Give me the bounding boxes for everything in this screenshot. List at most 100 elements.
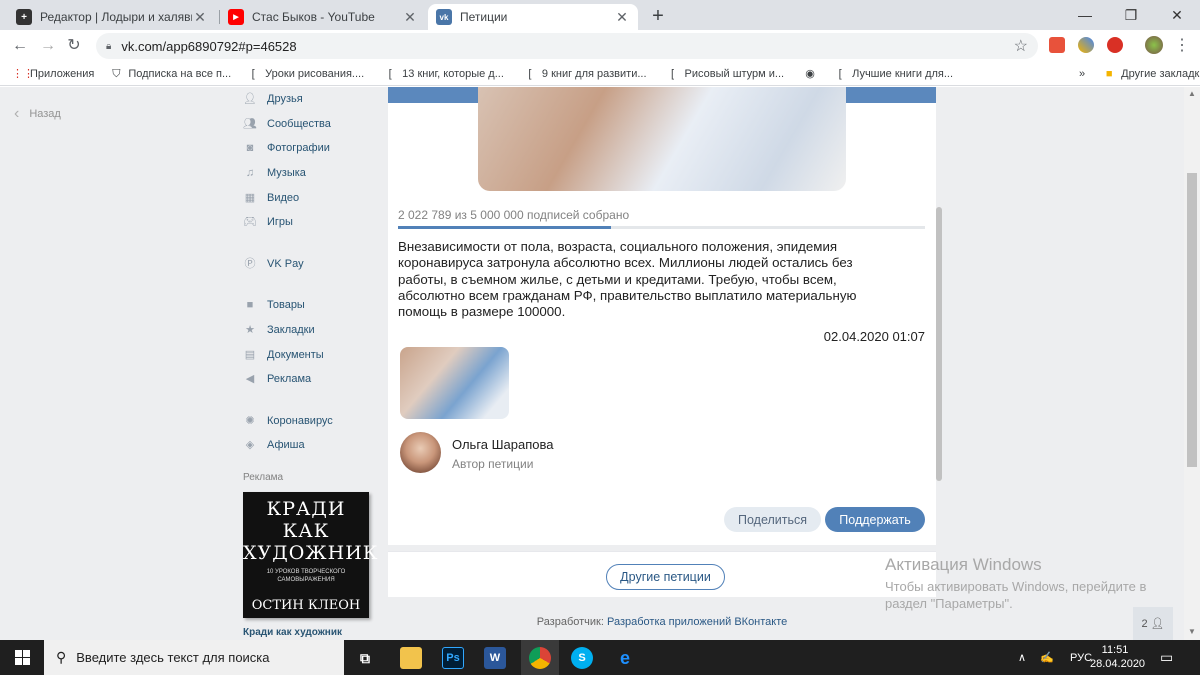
sidebar-item-label: VK Pay: [267, 257, 304, 270]
sidebar-item-market[interactable]: ■ Товары: [243, 293, 373, 318]
adblock-extension-icon[interactable]: [1107, 37, 1123, 53]
maximize-icon[interactable]: ❐: [1108, 0, 1154, 30]
bookmark-other[interactable]: ■ Другие закладки: [1103, 68, 1200, 80]
activation-title: Активация Windows: [885, 555, 1042, 574]
bookmarks-overflow[interactable]: »: [1079, 68, 1085, 80]
tab-youtube[interactable]: ▶ Стас Быков - YouTube ✕: [220, 4, 426, 30]
sidebar-item-photos[interactable]: ◙ Фотографии: [243, 136, 373, 161]
forward-arrow-icon[interactable]: →: [38, 36, 58, 56]
bookmark-item[interactable]: [ 13 книг, которые д...: [384, 68, 504, 80]
signatures-progress-bar: [398, 226, 925, 229]
other-petitions-button[interactable]: Другие петиции: [606, 564, 725, 590]
word-icon[interactable]: W: [484, 647, 506, 669]
address-bar[interactable]: 🔒︎ vk.com/app6890792#p=46528 ☆: [96, 33, 1038, 59]
author-avatar[interactable]: [400, 432, 441, 473]
bookmark-item[interactable]: [ Рисовый штурм и...: [667, 68, 784, 80]
close-icon[interactable]: ✕: [402, 9, 418, 26]
pinwheel-extension-icon[interactable]: [1078, 37, 1094, 53]
sidebar-item-groups[interactable]: 👥︎ Сообщества: [243, 112, 373, 137]
minimize-icon[interactable]: —: [1062, 0, 1108, 30]
sidebar-item-coronavirus[interactable]: ✺ Коронавирус: [243, 409, 373, 434]
tab-petitions[interactable]: vk Петиции ✕: [428, 4, 638, 30]
window-close-icon[interactable]: ✕: [1154, 0, 1200, 30]
new-tab-icon[interactable]: +: [648, 5, 668, 28]
sidebar-item-label: Видео: [267, 191, 300, 204]
book-cover-author: ОСТИН КЛЕОН: [251, 598, 361, 613]
sidebar-item-label: Документы: [267, 348, 324, 361]
developer-link[interactable]: Разработка приложений ВКонтакте: [607, 616, 787, 628]
close-icon[interactable]: ✕: [192, 9, 208, 26]
edge-icon[interactable]: e: [614, 647, 636, 669]
activation-line2: раздел "Параметры".: [885, 596, 1013, 611]
photoshop-icon[interactable]: Ps: [442, 647, 464, 669]
search-icon: ⚲: [56, 649, 67, 665]
reload-icon[interactable]: ↻: [64, 36, 84, 56]
vk-page: ‹ Назад 👤︎ Друзья 👥︎ Сообщества ◙ Фотографи…: [0, 87, 1200, 640]
sidebar-item-docs[interactable]: ▤ Документы: [243, 342, 373, 367]
sidebar-item-ads[interactable]: ◀ Реклама: [243, 367, 373, 392]
support-button[interactable]: Поддержать: [825, 507, 925, 532]
chrome-icon[interactable]: [529, 647, 551, 669]
online-counter-badge[interactable]: 2 👤︎: [1133, 607, 1173, 640]
petition-thumbnail-image[interactable]: [400, 347, 509, 419]
page-scrollbar[interactable]: ▲ ▼: [1184, 87, 1200, 640]
language-label: РУС: [1070, 651, 1093, 664]
author-name[interactable]: Ольга Шарапова: [452, 437, 554, 452]
office-extension-icon[interactable]: [1049, 37, 1065, 53]
vk-favicon-icon: vk: [436, 9, 452, 25]
petition-date: 02.04.2020 01:07: [823, 329, 925, 344]
sidebar-item-vkpay[interactable]: Ⓟ VK Pay: [243, 252, 373, 277]
notifications-icon[interactable]: ▭: [1160, 640, 1173, 675]
scroll-up-icon[interactable]: ▲: [1188, 89, 1196, 98]
pen-icon[interactable]: ✍: [1040, 640, 1054, 675]
chevron-double-icon: »: [1079, 67, 1086, 80]
taskbar-search[interactable]: ⚲ Введите здесь текст для поиска: [44, 640, 344, 675]
tab-editor[interactable]: + Редактор | Лодыри и халявщики ✕: [8, 4, 216, 30]
bookmark-star-icon[interactable]: ☆: [1014, 36, 1028, 56]
apps-grid-icon: ⋮⋮: [12, 67, 34, 80]
sidebar-item-label: Коронавирус: [267, 414, 333, 427]
ad-book-caption[interactable]: Кради как художник: [243, 627, 342, 638]
sidebar-item-video[interactable]: ▦ Видео: [243, 185, 373, 210]
bookmark-item[interactable]: [ 9 книг для развити...: [524, 67, 646, 80]
back-arrow-icon[interactable]: ←: [10, 36, 30, 56]
bracket-icon: [: [528, 67, 532, 80]
sidebar-item-label: Игры: [267, 216, 293, 229]
sidebar-item-friends[interactable]: 👤︎ Друзья: [243, 87, 373, 112]
sidebar-item-games[interactable]: 🎮︎ Игры: [243, 210, 373, 235]
start-button[interactable]: [0, 640, 44, 675]
left-menu: 👤︎ Друзья 👥︎ Сообщества ◙ Фотографии ♫ Музык…: [243, 87, 373, 458]
taskbar-clock[interactable]: 11:51 28.04.2020: [1090, 643, 1145, 671]
close-icon[interactable]: ✕: [614, 9, 630, 26]
language-indicator[interactable]: РУС: [1070, 640, 1092, 675]
bookmark-item[interactable]: ⛉ Подписка на все п...: [110, 68, 231, 80]
bookmark-globe[interactable]: ◉: [804, 68, 822, 80]
back-link[interactable]: ‹ Назад: [14, 105, 61, 123]
page-scrollbar-thumb[interactable]: [1187, 173, 1197, 467]
menu-spacer: [243, 392, 373, 409]
bookmark-apps[interactable]: ⋮⋮ Приложения: [12, 68, 94, 80]
menu-kebab-icon[interactable]: ⋮: [1172, 36, 1192, 56]
task-view-icon[interactable]: ⧉: [354, 647, 376, 669]
activation-line1: Чтобы активировать Windows, перейдите в: [885, 579, 1147, 594]
ad-book-cover[interactable]: КРАДИ КАК ХУДОЖНИК 10 УРОКОВ ТВОРЧЕСКОГО…: [243, 492, 377, 618]
profile-avatar[interactable]: [1145, 36, 1163, 54]
skype-icon[interactable]: S: [571, 647, 593, 669]
sidebar-item-bookmarks[interactable]: ★ Закладки: [243, 318, 373, 343]
browser-tab-strip: + Редактор | Лодыри и халявщики ✕ ▶ Стас…: [0, 0, 1200, 30]
chevron-left-icon: ‹: [14, 105, 20, 122]
share-button[interactable]: Поделиться: [724, 507, 821, 532]
scroll-down-icon[interactable]: ▼: [1188, 627, 1196, 636]
sidebar-item-afisha[interactable]: ◈ Афиша: [243, 433, 373, 458]
bookmark-item[interactable]: [ Лучшие книги для...: [834, 68, 953, 80]
app-scrollbar-thumb[interactable]: [936, 207, 942, 481]
bag-icon: ■: [246, 299, 254, 312]
tray-overflow-icon[interactable]: ∧: [1018, 640, 1026, 675]
developer-credit: Разработчик: Разработка приложений ВКонт…: [388, 616, 936, 628]
sidebar-item-music[interactable]: ♫ Музыка: [243, 161, 373, 186]
person-icon: 👤︎: [1150, 618, 1165, 630]
file-explorer-icon[interactable]: [400, 647, 422, 669]
windows-activation-watermark: Активация Windows Чтобы активировать Win…: [885, 555, 1146, 612]
bookmark-item[interactable]: [ Уроки рисования....: [247, 68, 365, 80]
megaphone-icon: ◀: [245, 373, 255, 386]
